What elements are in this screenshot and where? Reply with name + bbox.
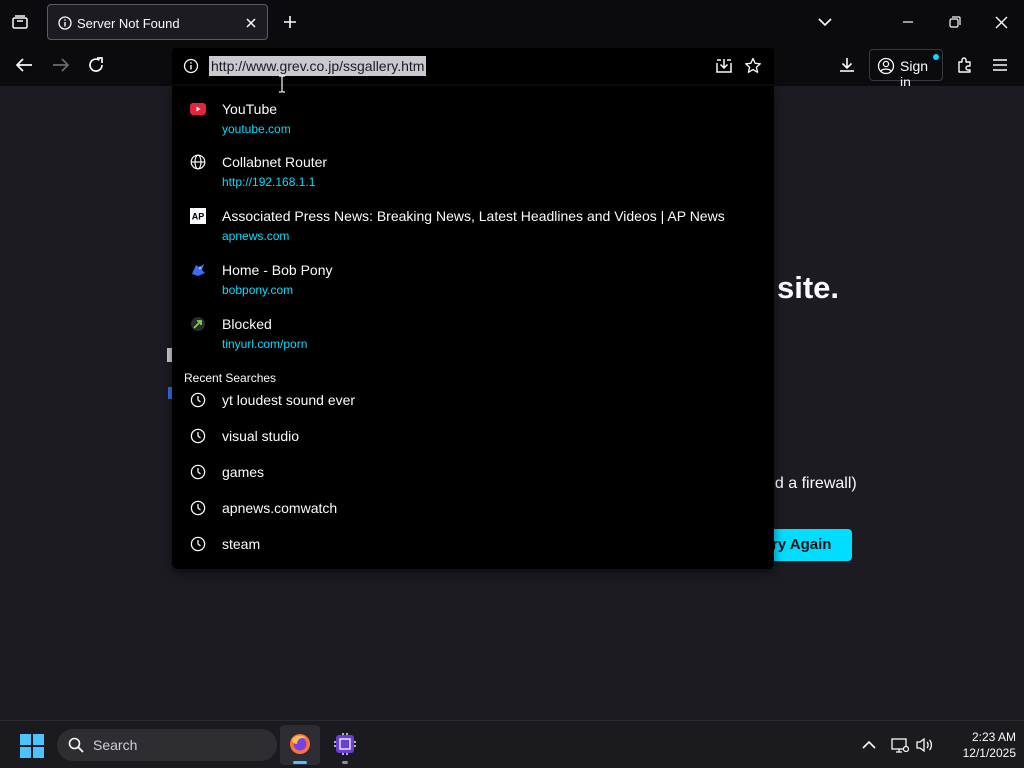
svg-text:AP: AP: [192, 212, 205, 222]
site-info-icon[interactable]: [182, 57, 200, 75]
recent-search-text: visual studio: [222, 428, 300, 444]
suggestion-row[interactable]: AP Associated Press News: Breaking News,…: [172, 193, 774, 245]
recent-searches-header: Recent Searches: [184, 371, 277, 385]
notification-dot: [933, 54, 939, 60]
suggestion-row[interactable]: YouTube youtube.com: [172, 86, 774, 138]
url-bar[interactable]: http://www.grev.co.jp/ssgallery.htm: [172, 48, 774, 84]
tab-title: Server Not Found: [77, 16, 180, 31]
suggestion-url: apnews.com: [222, 229, 290, 243]
recent-search-text: steam: [222, 536, 261, 552]
taskbar-app[interactable]: [325, 725, 365, 765]
show-hidden-icons-chevron-up-icon[interactable]: [859, 735, 879, 755]
suggestion-url: youtube.com: [222, 122, 291, 136]
close-tab-icon[interactable]: [242, 14, 260, 32]
recent-search-row[interactable]: visual studio: [172, 420, 774, 456]
account-icon: [876, 56, 896, 76]
suggestion-url: bobpony.com: [222, 283, 294, 297]
suggestion-title: Associated Press News: Breaking News, La…: [222, 208, 725, 224]
running-indicator: [342, 761, 348, 764]
browser-window: Server Not Found http://www.grev.co.jp/s…: [0, 0, 1024, 768]
save-to-pocket-icon[interactable]: [714, 56, 734, 76]
tab-server-not-found[interactable]: Server Not Found: [47, 4, 268, 40]
sign-in-button[interactable]: Sign in: [869, 49, 943, 90]
system-clock[interactable]: 2:23 AM 12/1/2025: [940, 729, 1016, 761]
history-clock-icon: [189, 463, 207, 481]
recent-search-row[interactable]: yt loudest sound ever: [172, 384, 774, 420]
recent-search-row[interactable]: steam: [172, 528, 774, 564]
recent-search-text: games: [222, 464, 265, 480]
suggestion-row[interactable]: Home - Bob Pony bobpony.com: [172, 247, 774, 299]
recent-search-row[interactable]: games: [172, 456, 774, 492]
info-icon: [57, 15, 73, 31]
close-window-icon[interactable]: [990, 12, 1012, 32]
suggestion-title: Collabnet Router: [222, 154, 328, 170]
recent-search-row[interactable]: apnews.comwatch: [172, 492, 774, 528]
clock-date: 12/1/2025: [962, 746, 1016, 760]
volume-icon[interactable]: [915, 735, 935, 755]
clock-time: 2:23 AM: [971, 730, 1016, 744]
back-arrow-icon[interactable]: [13, 54, 35, 76]
bobpony-icon: [189, 261, 207, 279]
recent-search-text: apnews.comwatch: [222, 500, 338, 516]
suggestion-url: http://192.168.1.1: [222, 175, 316, 189]
history-clock-icon: [189, 499, 207, 517]
try-again-label: ry Again: [772, 536, 832, 553]
windows-start-icon[interactable]: [20, 734, 44, 758]
reload-icon[interactable]: [85, 54, 107, 76]
restore-icon[interactable]: [944, 12, 966, 32]
suggestion-row[interactable]: Blocked tinyurl.com/porn: [172, 301, 774, 353]
chevron-down-icon[interactable]: [815, 12, 835, 32]
downloads-icon[interactable]: [836, 54, 858, 76]
minimize-icon[interactable]: [897, 12, 919, 32]
forward-arrow-icon[interactable]: [50, 54, 72, 76]
ap-icon: AP: [189, 207, 207, 225]
firefox-icon: [288, 732, 312, 756]
search-icon: [68, 737, 84, 753]
recent-search-text: yt loudest sound ever: [222, 392, 356, 408]
taskbar-search-label: Search: [93, 737, 138, 753]
suggestion-title: Blocked: [222, 316, 272, 332]
list-all-tabs-icon[interactable]: [8, 10, 32, 34]
youtube-icon: [189, 100, 207, 118]
taskbar: Search 2:23 AM 12/1/2025: [0, 720, 1024, 768]
suggestion-url: tinyurl.com/porn: [222, 337, 308, 351]
suggestion-row[interactable]: Collabnet Router http://192.168.1.1: [172, 139, 774, 191]
history-clock-icon: [189, 535, 207, 553]
menu-hamburger-icon[interactable]: [989, 54, 1011, 76]
error-hint-fragment: nd a firewall): [766, 475, 857, 492]
new-tab-icon[interactable]: [280, 12, 300, 32]
extensions-icon[interactable]: [954, 54, 976, 76]
url-suggestions-dropdown: YouTube youtube.com Collabnet Router htt…: [172, 86, 774, 569]
text-cursor-icon: [278, 75, 286, 93]
bookmark-star-icon[interactable]: [743, 56, 763, 76]
chip-app-icon: [333, 732, 357, 756]
history-clock-icon: [189, 391, 207, 409]
navigation-toolbar: http://www.grev.co.jp/ssgallery.htm Sign…: [0, 44, 1024, 90]
suggestion-title: Home - Bob Pony: [222, 262, 333, 278]
error-heading-fragment: site.: [777, 270, 840, 305]
tinyurl-icon: [189, 315, 207, 333]
network-icon[interactable]: [890, 735, 910, 755]
tab-strip: Server Not Found: [0, 0, 1024, 44]
suggestion-title: YouTube: [222, 101, 278, 117]
url-input[interactable]: http://www.grev.co.jp/ssgallery.htm: [209, 56, 427, 76]
history-clock-icon: [189, 427, 207, 445]
globe-icon: [189, 153, 207, 171]
taskbar-search-box[interactable]: Search: [57, 729, 277, 761]
taskbar-firefox[interactable]: [280, 725, 320, 765]
active-indicator: [293, 761, 307, 764]
